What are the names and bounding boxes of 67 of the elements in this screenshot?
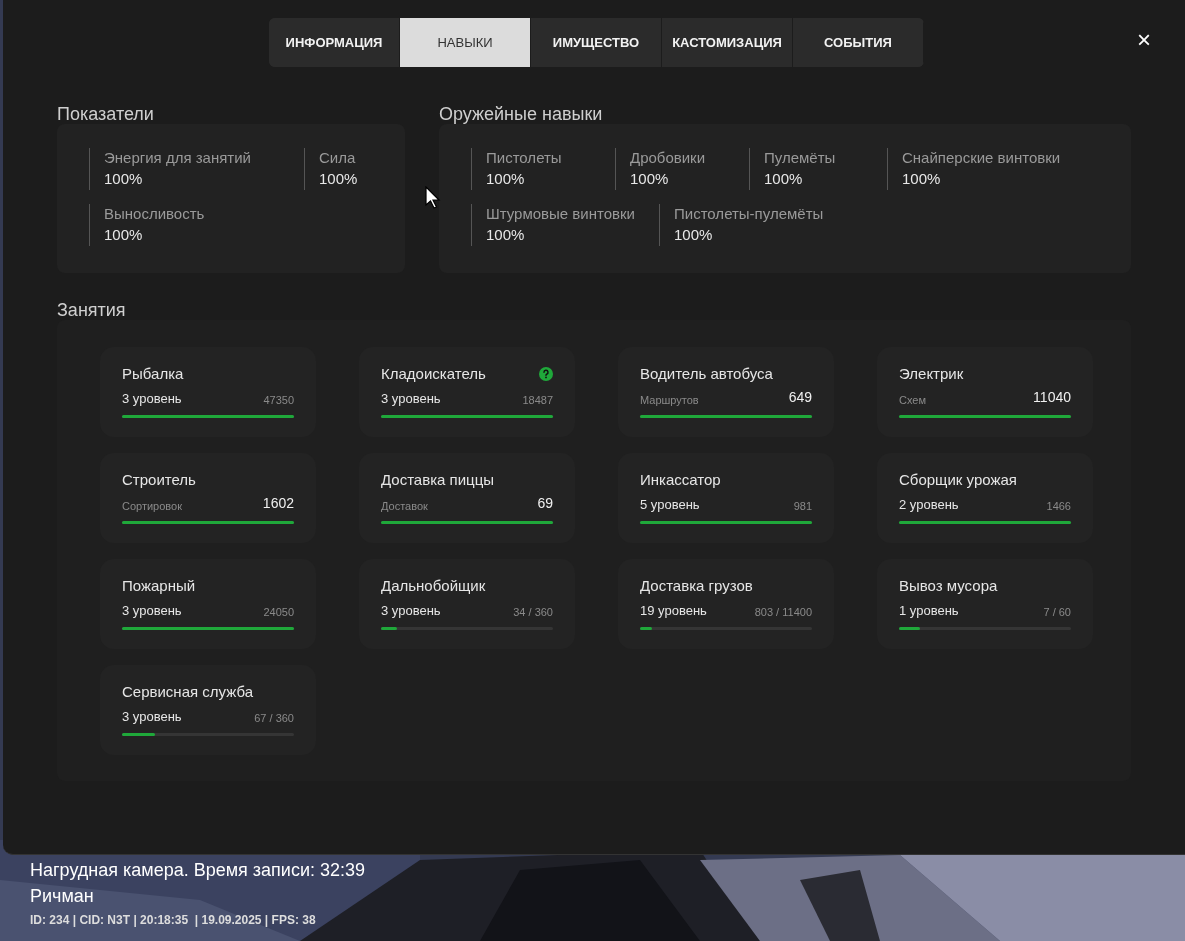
stat-label: Пистолеты [486, 148, 563, 168]
player-name: Ричман [30, 885, 95, 908]
job-level: 5 уровень [640, 495, 700, 514]
job-progress-text: 803 / 11400 [754, 604, 812, 620]
job-level: 3 уровень [381, 389, 441, 408]
stat-value: 100% [630, 169, 670, 189]
stat-label: Выносливость [104, 204, 206, 224]
job-name: Водитель автобуса [640, 363, 773, 384]
section-title: Оружейные навыки [439, 103, 604, 124]
cursor-icon [425, 186, 441, 210]
stat-value: 100% [764, 169, 804, 189]
stat-value: 100% [486, 225, 526, 245]
section-title: Показатели [57, 103, 155, 124]
job-name: Рыбалка [122, 363, 184, 384]
job-progress-text: 7 / 60 [1043, 604, 1071, 620]
camera-status: Нагрудная камера. Время записи: 32:39 [30, 859, 366, 882]
stat-label: Сила [319, 148, 357, 168]
stat-value: 100% [902, 169, 942, 189]
job-progress-text: 1466 [1046, 498, 1071, 514]
job-level: 3 уровень [122, 601, 182, 620]
job-progress-text: 34 / 360 [513, 604, 553, 620]
stat-value: 100% [319, 169, 359, 189]
job-counter-label: Доставок [381, 498, 428, 514]
stat-label: Снайперские винтовки [902, 148, 1062, 168]
stat-value: 100% [104, 169, 144, 189]
job-progress-text: 67 / 360 [254, 710, 294, 726]
job-counter: 69 [537, 494, 553, 513]
job-name: Инкассатор [640, 469, 721, 490]
stat-label: Пулемёты [764, 148, 837, 168]
job-level: 3 уровень [122, 707, 182, 726]
stat-value: 100% [104, 225, 144, 245]
job-counter-label: Схем [899, 392, 926, 408]
job-counter-label: Сортировок [122, 498, 182, 514]
job-name: Электрик [899, 363, 964, 384]
job-level: 3 уровень [381, 601, 441, 620]
stat-label: Штурмовые винтовки [486, 204, 636, 224]
job-name: Доставка пиццы [381, 469, 495, 490]
session-info: ID: 234 | CID: N3T | 20:18:35 | 19.09.2025 | FPS: 38 [30, 912, 317, 929]
job-name: Сборщик урожая [899, 469, 1017, 490]
tab[interactable]: НАВЫКИ [400, 18, 531, 67]
job-level: 2 уровень [899, 495, 959, 514]
stat-value: 100% [486, 169, 526, 189]
close-button[interactable]: × [1137, 28, 1151, 52]
stat-label: Энергия для занятий [104, 148, 252, 168]
job-name: Пожарный [122, 575, 196, 596]
job-progress-text: 981 [793, 498, 812, 514]
job-level: 3 уровень [122, 389, 182, 408]
job-counter-label: Маршрутов [640, 392, 699, 408]
job-level: 19 уровень [640, 601, 707, 620]
help-icon[interactable] [539, 367, 553, 381]
job-name: Строитель [122, 469, 196, 490]
job-counter: 11040 [1033, 388, 1071, 407]
stat-label: Дробовики [630, 148, 707, 168]
job-name: Доставка грузов [640, 575, 753, 596]
job-progress-text: 47350 [263, 392, 294, 408]
job-counter: 1602 [262, 494, 294, 513]
stat-label: Пистолеты-пулемёты [674, 204, 825, 224]
job-name: Сервисная служба [122, 681, 253, 702]
job-level: 1 уровень [899, 601, 959, 620]
job-name: Кладоискатель [381, 363, 486, 384]
job-progress-text: 24050 [263, 604, 294, 620]
job-name: Вывоз мусора [899, 575, 998, 596]
section-title: Занятия [57, 299, 127, 320]
job-name: Дальнобойщик [381, 575, 486, 596]
job-progress-text: 18487 [522, 392, 553, 408]
stat-value: 100% [674, 225, 714, 245]
job-counter: 649 [788, 388, 812, 407]
